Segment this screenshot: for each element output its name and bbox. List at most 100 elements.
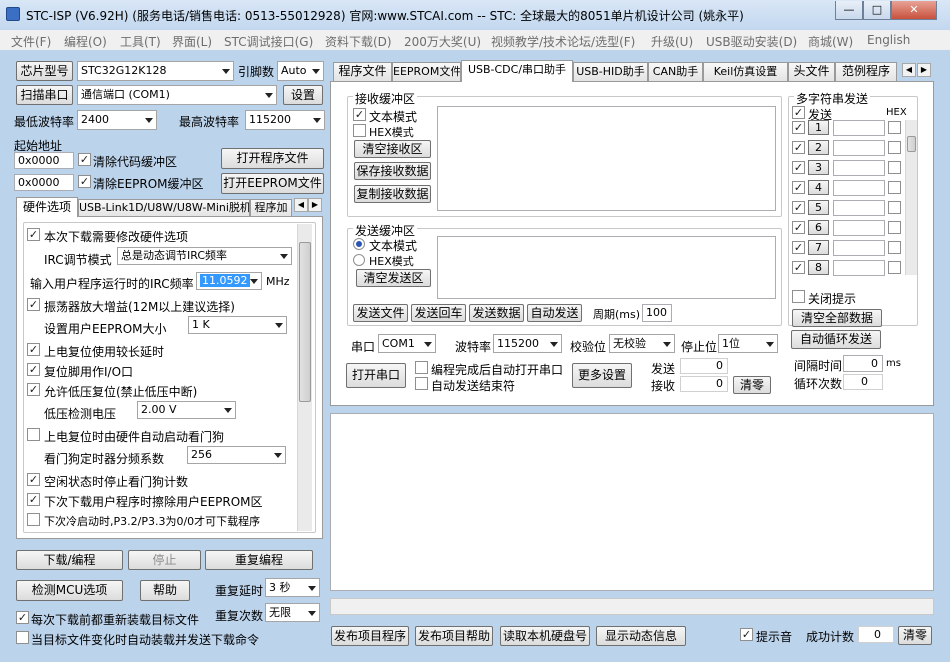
eeprom-size-select[interactable]: 1 K bbox=[188, 316, 287, 334]
scrollbar-thumb[interactable] bbox=[907, 136, 916, 152]
auto-reload-checkbox[interactable] bbox=[16, 631, 29, 644]
send-data-button[interactable]: 发送数据 bbox=[469, 304, 524, 322]
open-program-file-button[interactable]: 打开程序文件 bbox=[221, 148, 324, 169]
menu-download[interactable]: 资料下载(D) bbox=[325, 33, 392, 50]
tab-program-file[interactable]: 程序文件 bbox=[333, 62, 392, 81]
menu-upgrade[interactable]: 升级(U) bbox=[651, 33, 693, 50]
multi-row-checkbox[interactable]: ✓ bbox=[792, 161, 805, 174]
multi-row-send-button[interactable]: 1 bbox=[808, 120, 829, 135]
multi-send-scrollbar[interactable] bbox=[905, 120, 917, 275]
open-eeprom-file-button[interactable]: 打开EEPROM文件 bbox=[221, 173, 324, 194]
repeat-delay-select[interactable]: 3 秒 bbox=[265, 578, 320, 597]
menu-program[interactable]: 编程(O) bbox=[64, 33, 107, 50]
tab-can[interactable]: CAN助手 bbox=[648, 62, 703, 81]
chip-model-button[interactable]: 芯片型号 bbox=[16, 61, 73, 81]
max-baud-select[interactable]: 115200 bbox=[245, 110, 325, 130]
clear-count-button[interactable]: 清零 bbox=[733, 376, 771, 394]
menu-debug[interactable]: STC调试接口(G) bbox=[224, 33, 313, 50]
multi-row-hex-checkbox[interactable] bbox=[888, 121, 901, 134]
multi-row-input[interactable] bbox=[833, 200, 885, 216]
stop-bit-select[interactable]: 1位 bbox=[718, 334, 778, 353]
multi-row-hex-checkbox[interactable] bbox=[888, 141, 901, 154]
tab-scroll-left-icon[interactable]: ◀ bbox=[902, 63, 916, 77]
help-button[interactable]: 帮助 bbox=[140, 580, 190, 601]
auto-end-checkbox[interactable] bbox=[415, 377, 428, 390]
clear-all-data-button[interactable]: 清空全部数据 bbox=[792, 309, 882, 327]
long-delay-checkbox[interactable]: ✓ bbox=[27, 343, 40, 356]
auto-open-checkbox[interactable] bbox=[415, 361, 428, 374]
wdt-div-select[interactable]: 256 bbox=[187, 446, 286, 464]
multi-row-checkbox[interactable]: ✓ bbox=[792, 241, 805, 254]
multi-row-checkbox[interactable]: ✓ bbox=[792, 141, 805, 154]
multi-row-hex-checkbox[interactable] bbox=[888, 201, 901, 214]
lvd-select[interactable]: 2.00 V bbox=[137, 401, 236, 419]
copy-receive-button[interactable]: 复制接收数据 bbox=[354, 185, 431, 203]
multi-row-checkbox[interactable]: ✓ bbox=[792, 221, 805, 234]
multi-row-hex-checkbox[interactable] bbox=[888, 181, 901, 194]
save-receive-button[interactable]: 保存接收数据 bbox=[354, 162, 431, 180]
scrollbar-thumb[interactable] bbox=[299, 242, 311, 402]
menu-prize[interactable]: 200万大奖(U) bbox=[404, 33, 481, 50]
multi-row-input[interactable] bbox=[833, 240, 885, 256]
menu-tools[interactable]: 工具(T) bbox=[120, 33, 161, 50]
tab-header-file[interactable]: 头文件 bbox=[788, 62, 835, 81]
multi-row-hex-checkbox[interactable] bbox=[888, 161, 901, 174]
wdt-auto-checkbox[interactable] bbox=[27, 428, 40, 441]
interval-input[interactable]: 0 bbox=[843, 355, 883, 372]
multi-row-send-button[interactable]: 7 bbox=[808, 240, 829, 255]
clear-success-button[interactable]: 清零 bbox=[898, 626, 932, 645]
auto-loop-send-button[interactable]: 自动循环发送 bbox=[791, 330, 881, 349]
multi-row-checkbox[interactable]: ✓ bbox=[792, 181, 805, 194]
reset-pin-checkbox[interactable]: ✓ bbox=[27, 363, 40, 376]
multi-row-input[interactable] bbox=[833, 180, 885, 196]
erase-eeprom-checkbox[interactable]: ✓ bbox=[27, 493, 40, 506]
clear-receive-button[interactable]: 清空接收区 bbox=[354, 140, 431, 158]
multi-row-input[interactable] bbox=[833, 140, 885, 156]
close-tips-checkbox[interactable] bbox=[792, 290, 805, 303]
min-baud-select[interactable]: 2400 bbox=[77, 110, 157, 130]
multi-row-input[interactable] bbox=[833, 120, 885, 136]
multi-row-hex-checkbox[interactable] bbox=[888, 221, 901, 234]
irc-mode-select[interactable]: 总是动态调节IRC频率 bbox=[117, 247, 292, 265]
menu-english[interactable]: English bbox=[867, 33, 910, 47]
multi-row-send-button[interactable]: 6 bbox=[808, 220, 829, 235]
tab-scroll-left-icon[interactable]: ◀ bbox=[294, 198, 308, 212]
clear-eeprom-checkbox[interactable]: ✓ bbox=[78, 175, 91, 188]
send-enter-button[interactable]: 发送回车 bbox=[411, 304, 466, 322]
multi-row-hex-checkbox[interactable] bbox=[888, 241, 901, 254]
tab-hardware-options[interactable]: 硬件选项 bbox=[16, 197, 78, 217]
close-icon[interactable]: ✕ bbox=[891, 1, 937, 20]
menu-store[interactable]: 商城(W) bbox=[808, 33, 853, 50]
parity-select[interactable]: 无校验 bbox=[609, 334, 675, 353]
clear-send-button[interactable]: 清空发送区 bbox=[356, 269, 431, 287]
reload-each-checkbox[interactable]: ✓ bbox=[16, 611, 29, 624]
recv-text-mode-checkbox[interactable]: ✓ bbox=[353, 108, 366, 121]
chip-model-select[interactable]: STC32G12K128 bbox=[77, 61, 234, 81]
multi-row-input[interactable] bbox=[833, 160, 885, 176]
maximize-icon[interactable]: □ bbox=[863, 1, 891, 20]
lvr-checkbox[interactable]: ✓ bbox=[27, 383, 40, 396]
multi-row-input[interactable] bbox=[833, 260, 885, 276]
multi-row-send-button[interactable]: 8 bbox=[808, 260, 829, 275]
read-disk-button[interactable]: 读取本机硬盘号 bbox=[500, 626, 590, 646]
multi-row-send-button[interactable]: 3 bbox=[808, 160, 829, 175]
tab-usb-link[interactable]: USB-Link1D/U8W/U8W-Mini脱机 bbox=[78, 199, 250, 217]
multi-row-send-button[interactable]: 2 bbox=[808, 140, 829, 155]
modify-hw-checkbox[interactable]: ✓ bbox=[27, 228, 40, 241]
tab-keil[interactable]: Keil仿真设置 bbox=[703, 62, 788, 81]
output-log-area[interactable] bbox=[330, 413, 934, 591]
settings-button[interactable]: 设置 bbox=[283, 85, 323, 105]
publish-program-button[interactable]: 发布项目程序 bbox=[331, 626, 409, 646]
clear-code-checkbox[interactable]: ✓ bbox=[78, 153, 91, 166]
serial-port-select[interactable]: COM1 bbox=[378, 334, 436, 353]
publish-help-button[interactable]: 发布项目帮助 bbox=[415, 626, 493, 646]
send-hex-mode-radio[interactable] bbox=[353, 254, 365, 266]
port-select[interactable]: 通信端口 (COM1) bbox=[77, 85, 277, 105]
beep-checkbox[interactable]: ✓ bbox=[740, 628, 753, 641]
more-settings-button[interactable]: 更多设置 bbox=[572, 363, 632, 388]
idle-wdt-checkbox[interactable]: ✓ bbox=[27, 473, 40, 486]
download-program-button[interactable]: 下载/编程 bbox=[16, 550, 123, 570]
scan-port-button[interactable]: 扫描串口 bbox=[16, 85, 73, 105]
reprogram-button[interactable]: 重复编程 bbox=[205, 550, 313, 570]
open-port-button[interactable]: 打开串口 bbox=[346, 363, 406, 388]
